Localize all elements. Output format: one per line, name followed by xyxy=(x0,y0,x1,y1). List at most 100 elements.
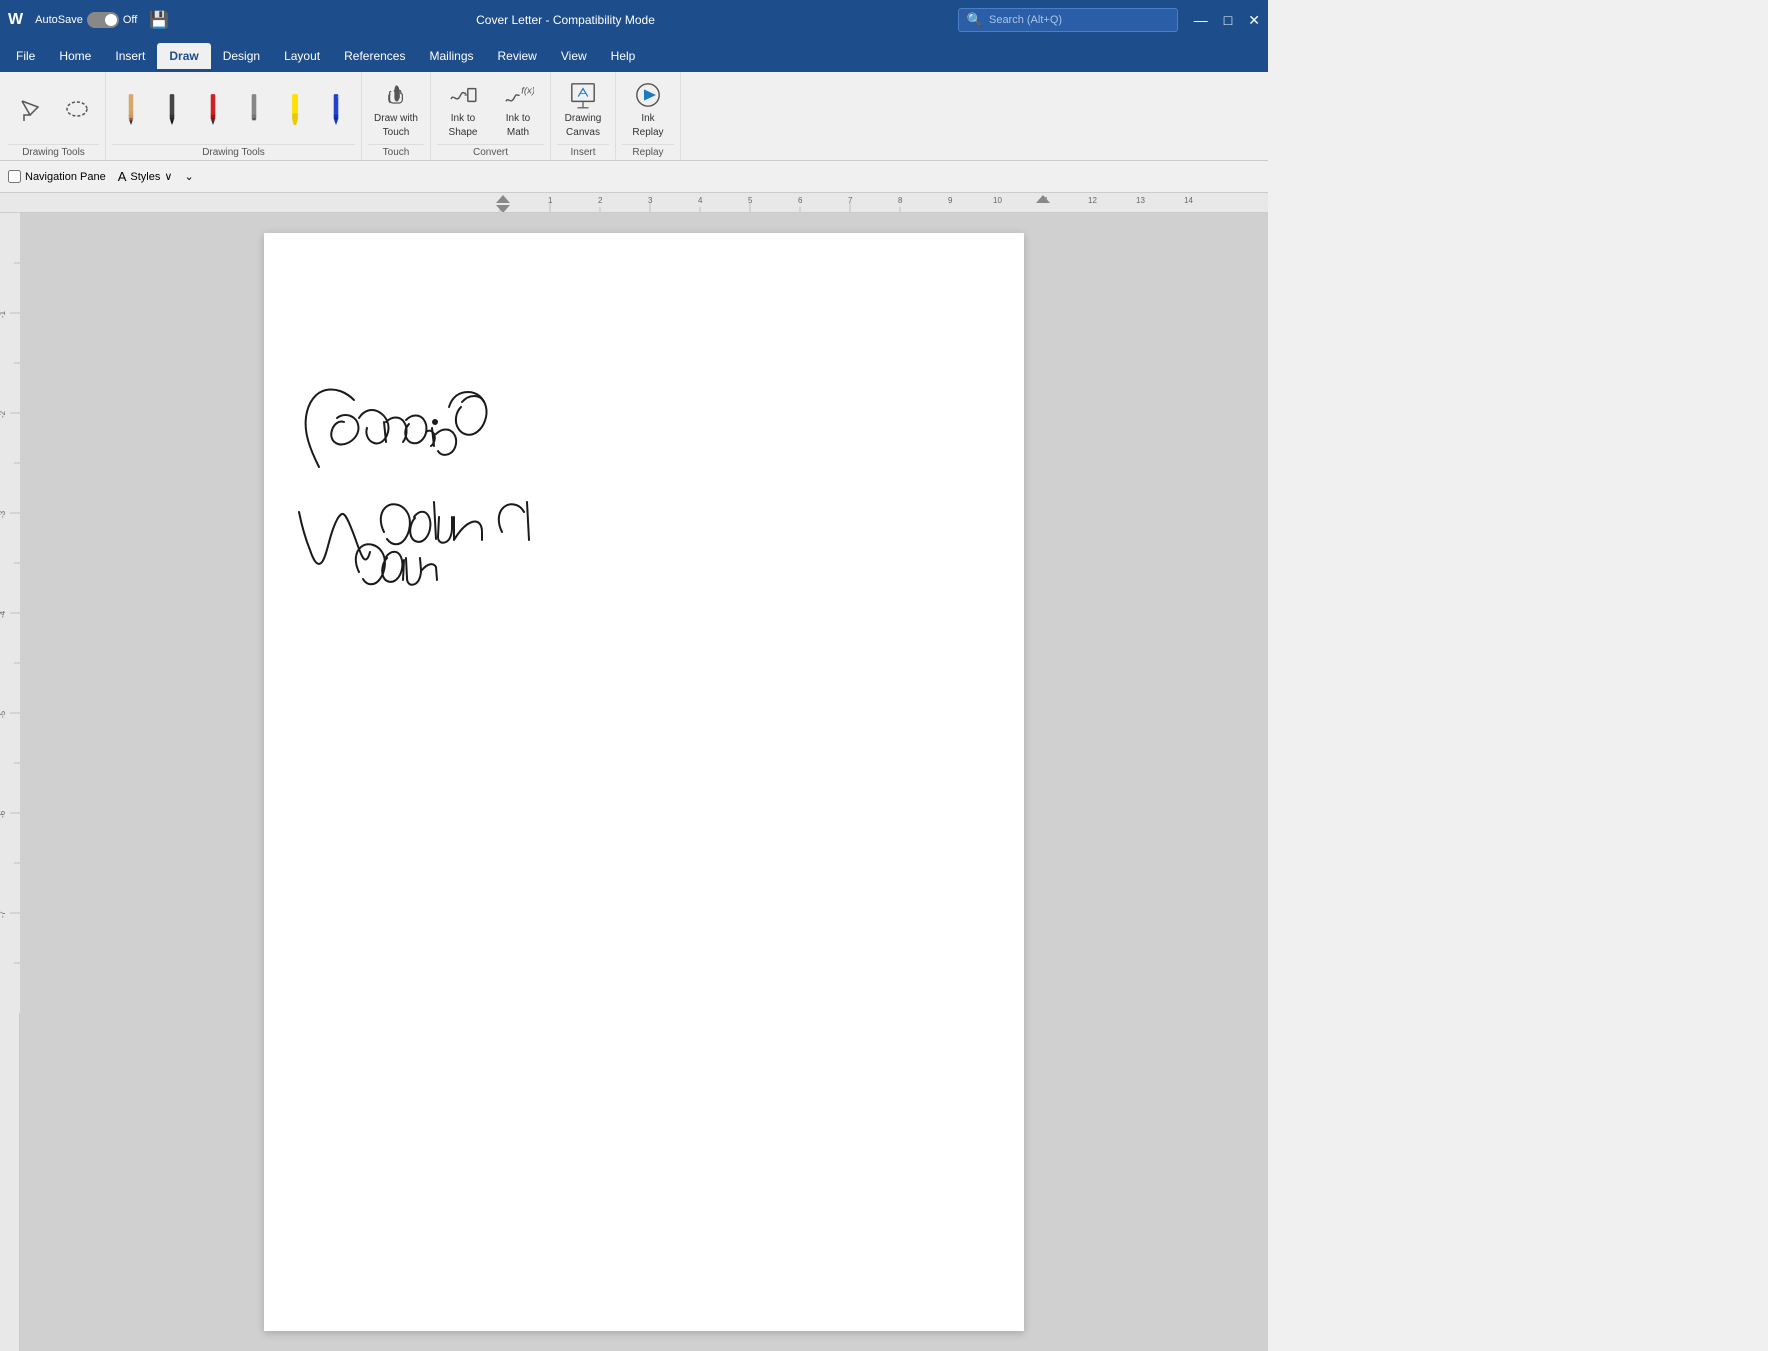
close-button[interactable]: ✕ xyxy=(1248,12,1260,29)
svg-text:3: 3 xyxy=(648,196,653,205)
drawing-tools-items xyxy=(8,76,99,142)
extra-dropdown-arrow: ⌄ xyxy=(184,170,193,183)
group-replay: Ink Replay Replay xyxy=(616,72,681,160)
svg-text:9: 9 xyxy=(948,196,953,205)
ink-replay-label: Ink xyxy=(641,113,654,125)
search-icon: 🔍 xyxy=(967,12,983,28)
svg-text:12: 12 xyxy=(1088,196,1097,205)
drawing-canvas-label: Drawing xyxy=(565,113,602,125)
nav-pane-label: Navigation Pane xyxy=(25,171,106,183)
touch-items: Draw with Touch xyxy=(368,76,424,142)
svg-text:✦: ✦ xyxy=(337,95,341,100)
ink-to-math-label: Ink to xyxy=(506,113,530,125)
tab-review[interactable]: Review xyxy=(486,43,549,69)
drawing-tools-label2: Drawing Tools xyxy=(112,144,355,158)
ink-to-shape-label: Ink to xyxy=(451,113,475,125)
styles-label: Styles xyxy=(130,171,160,183)
save-button[interactable]: 💾 xyxy=(149,10,169,30)
lasso-tool-button[interactable] xyxy=(55,90,99,128)
autosave-control[interactable]: AutoSave Off xyxy=(35,12,137,28)
tab-view[interactable]: View xyxy=(549,43,599,69)
minimize-button[interactable]: — xyxy=(1194,12,1208,29)
ruler-horizontal: 1 2 3 4 5 6 7 8 9 10 11 12 13 14 xyxy=(0,193,1268,213)
insert-items: Drawing Canvas xyxy=(557,76,609,142)
autosave-knob xyxy=(105,14,117,26)
ink-to-math-button[interactable]: f(x) Ink to Math xyxy=(492,76,544,142)
svg-text:5: 5 xyxy=(748,196,753,205)
document-area xyxy=(20,213,1268,1351)
svg-text:-4: -4 xyxy=(0,610,7,618)
pen-black-button[interactable] xyxy=(153,91,191,127)
drawing-canvas-label2: Canvas xyxy=(566,127,600,139)
insert-group-label: Insert xyxy=(557,144,609,158)
tab-insert[interactable]: Insert xyxy=(103,43,157,69)
svg-text:6: 6 xyxy=(798,196,803,205)
styles-icon: A xyxy=(118,169,127,184)
pens-items: ✦ xyxy=(112,76,355,142)
tab-design[interactable]: Design xyxy=(211,43,272,69)
handwriting-content xyxy=(264,233,1024,1331)
svg-text:-3: -3 xyxy=(0,510,7,518)
draw-with-touch-label2: Touch xyxy=(383,127,410,139)
ink-replay-label2: Replay xyxy=(632,127,663,139)
convert-items: Ink to Shape f(x) Ink to Math xyxy=(437,76,544,142)
svg-text:14: 14 xyxy=(1184,196,1193,205)
draw-with-touch-button[interactable]: Draw with Touch xyxy=(368,76,424,142)
nav-pane-checkbox[interactable] xyxy=(8,170,21,183)
touch-group-label: Touch xyxy=(368,144,424,158)
drawing-tools-label: Drawing Tools xyxy=(8,144,99,158)
tab-layout[interactable]: Layout xyxy=(272,43,332,69)
tab-draw[interactable]: Draw xyxy=(157,43,210,69)
svg-text:-6: -6 xyxy=(0,810,7,818)
autosave-toggle[interactable] xyxy=(87,12,119,28)
ink-to-shape-button[interactable]: Ink to Shape xyxy=(437,76,489,142)
below-ribbon: Navigation Pane A Styles ∨ ⌄ xyxy=(0,161,1268,193)
pen-grey-button[interactable] xyxy=(235,91,273,127)
nav-pane-control[interactable]: Navigation Pane xyxy=(8,170,106,183)
tab-mailings[interactable]: Mailings xyxy=(417,43,485,69)
replay-group-label: Replay xyxy=(622,144,674,158)
svg-text:-7: -7 xyxy=(0,910,7,918)
search-input[interactable] xyxy=(989,14,1149,26)
tab-home[interactable]: Home xyxy=(47,43,103,69)
group-insert: Drawing Canvas Insert xyxy=(551,72,616,160)
group-touch: Draw with Touch Touch xyxy=(362,72,431,160)
svg-text:-5: -5 xyxy=(0,710,7,718)
group-convert: Ink to Shape f(x) Ink to Math Convert xyxy=(431,72,551,160)
autosave-label: AutoSave xyxy=(35,14,83,26)
group-drawing-tools: Drawing Tools xyxy=(2,72,106,160)
ink-to-math-label2: Math xyxy=(507,127,529,139)
svg-text:2: 2 xyxy=(598,196,603,205)
search-box[interactable]: 🔍 xyxy=(958,8,1178,32)
svg-text:7: 7 xyxy=(848,196,853,205)
ink-to-shape-label2: Shape xyxy=(449,127,478,139)
ruler-vertical: -1 -2 -3 -4 -5 -6 -7 xyxy=(0,213,20,1351)
document-page xyxy=(264,233,1024,1331)
pen-red-button[interactable] xyxy=(194,91,232,127)
content-area: -1 -2 -3 -4 -5 -6 -7 xyxy=(0,213,1268,1351)
group-pens: ✦ Drawing Tools xyxy=(106,72,362,160)
svg-text:1: 1 xyxy=(548,196,553,205)
svg-text:f(x): f(x) xyxy=(521,85,534,96)
pen-yellow-button[interactable] xyxy=(276,91,314,127)
pen-blue-button[interactable]: ✦ xyxy=(317,91,355,127)
maximize-button[interactable]: □ xyxy=(1224,12,1232,29)
tab-references[interactable]: References xyxy=(332,43,417,69)
extra-dropdown[interactable]: ⌄ xyxy=(184,170,193,183)
title-bar: W AutoSave Off 💾 Cover Letter - Compatib… xyxy=(0,0,1268,40)
svg-text:-2: -2 xyxy=(0,410,7,418)
pen-tan-button[interactable] xyxy=(112,91,150,127)
svg-text:8: 8 xyxy=(898,196,903,205)
svg-text:-1: -1 xyxy=(0,310,7,318)
ink-replay-button[interactable]: Ink Replay xyxy=(622,76,674,142)
document-title: Cover Letter - Compatibility Mode xyxy=(181,13,950,27)
tab-help[interactable]: Help xyxy=(599,43,648,69)
select-tool-button[interactable] xyxy=(8,90,52,128)
drawing-canvas-button[interactable]: Drawing Canvas xyxy=(557,76,609,142)
ribbon: Drawing Tools xyxy=(0,72,1268,161)
styles-chevron: ∨ xyxy=(164,170,172,183)
styles-dropdown[interactable]: A Styles ∨ xyxy=(118,169,173,184)
tab-file[interactable]: File xyxy=(4,43,47,69)
svg-text:4: 4 xyxy=(698,196,703,205)
autosave-state: Off xyxy=(123,14,137,26)
